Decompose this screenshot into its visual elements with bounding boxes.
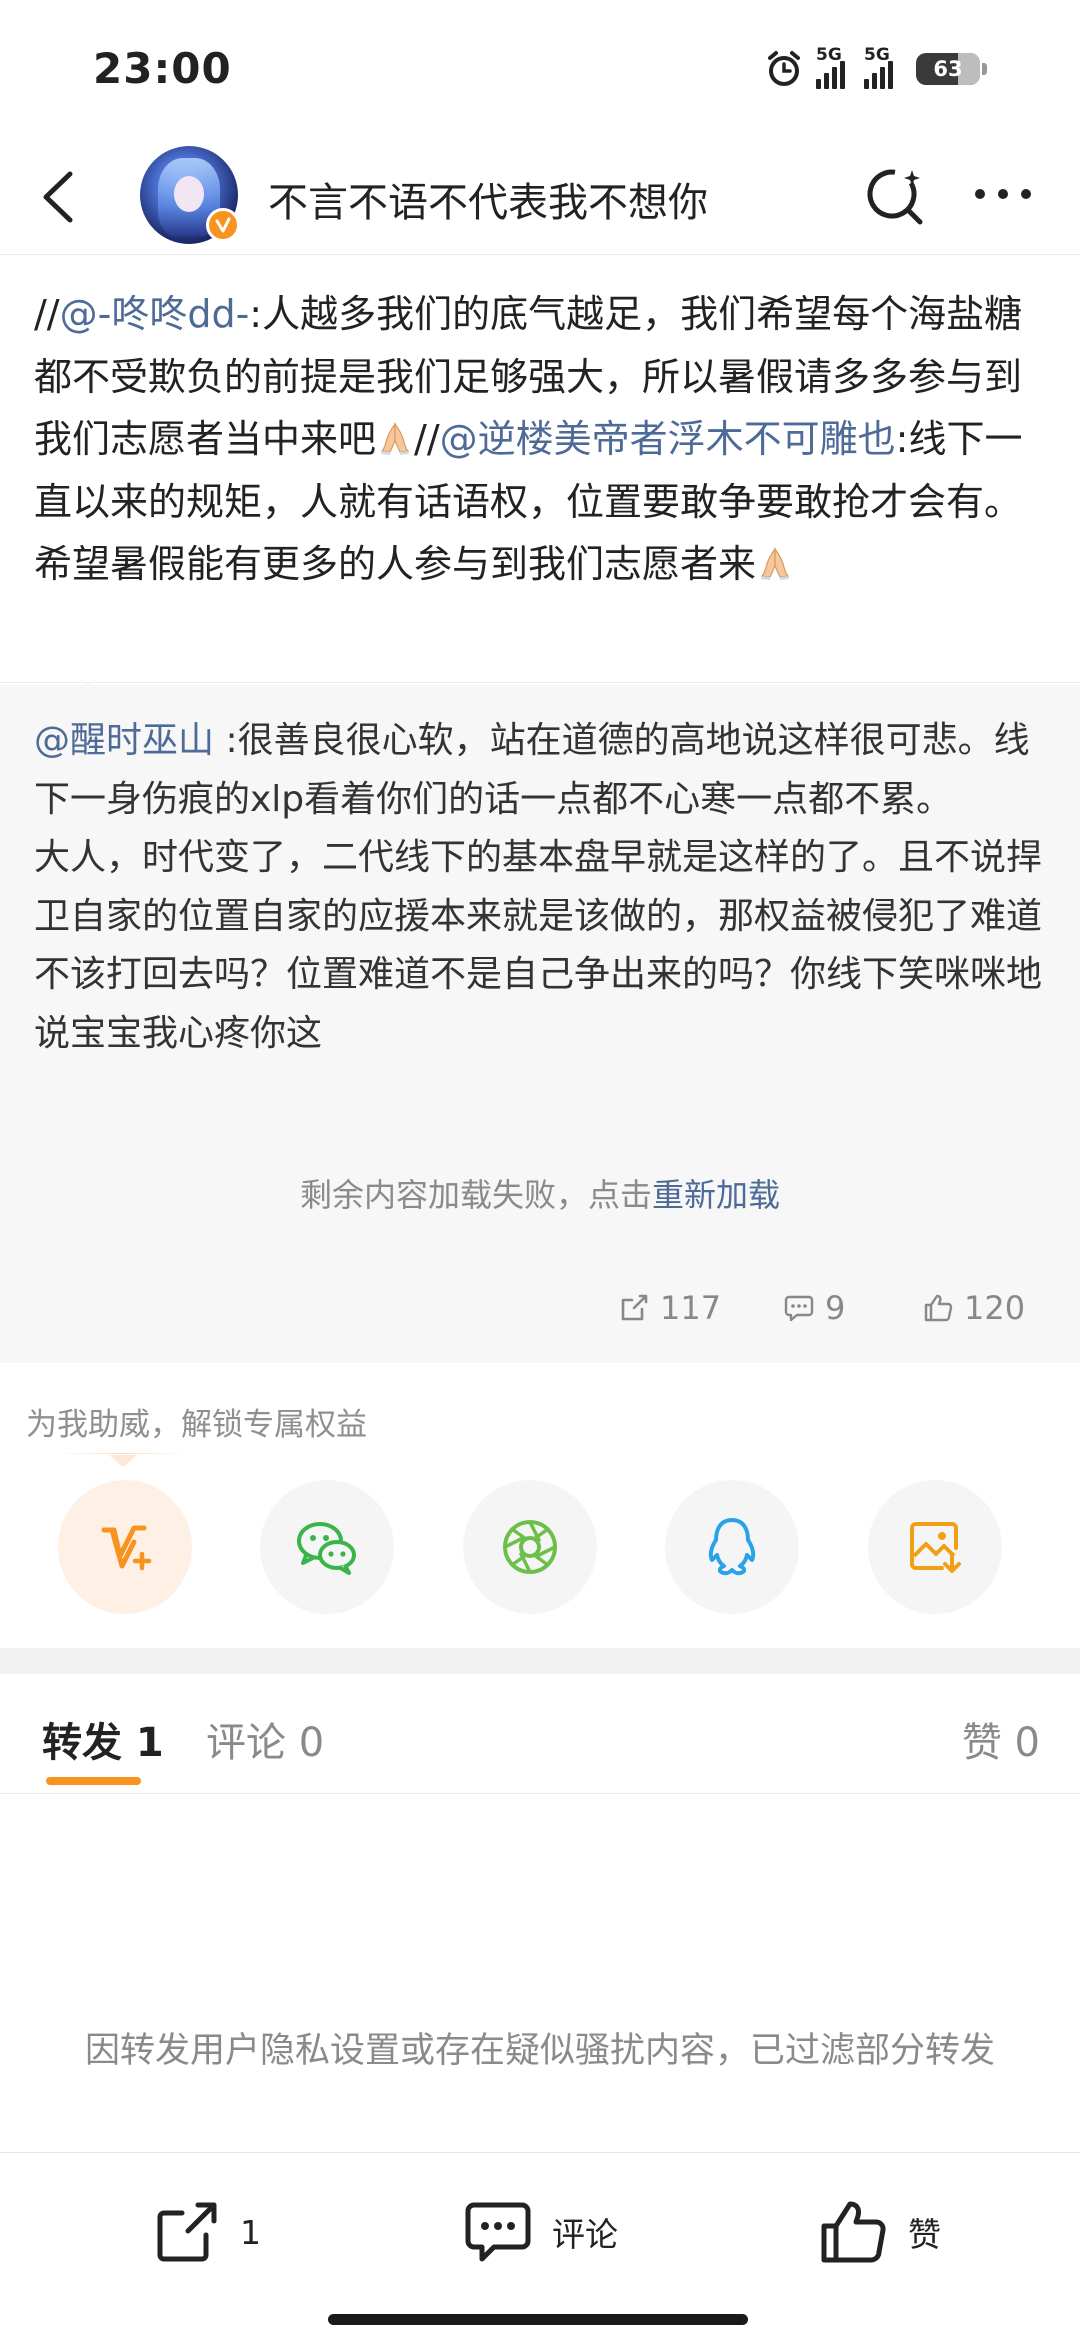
tab-comments[interactable]: 评论 0 bbox=[206, 1710, 324, 1768]
bottom-toolbar: 1 评论 赞 bbox=[0, 2152, 1080, 2302]
cellular-signal-icon: 5G bbox=[816, 45, 852, 89]
post-text: //@-咚咚dd-:人越多我们的底气越足，我们希望每个海盐糖都不受欺负的前提是我… bbox=[34, 283, 1050, 596]
load-failed-notice: 剩余内容加载失败，点击重新加载 bbox=[299, 1176, 781, 1214]
moments-shutter-icon bbox=[503, 1520, 557, 1574]
post-text-segment: // bbox=[34, 292, 60, 336]
quoted-post-text: @醒时巫山 :很善良很心软，站在道德的高地说这样很可悲。线下一身伤痕的xlp看着… bbox=[34, 712, 1064, 1063]
divider bbox=[58, 1453, 188, 1454]
praying-hands-emoji-icon bbox=[760, 547, 790, 580]
filtered-reposts-notice: 因转发用户隐私设置或存在疑似骚扰内容，已过滤部分转发 bbox=[84, 2031, 995, 2071]
qq-penguin-icon bbox=[708, 1518, 756, 1576]
thumbs-up-icon bbox=[924, 1294, 953, 1322]
status-time: 23:00 bbox=[93, 44, 232, 93]
repost-icon bbox=[157, 2202, 217, 2262]
more-dots-icon bbox=[975, 189, 1031, 199]
share-save-image-button[interactable] bbox=[868, 1480, 1002, 1614]
quoted-author-link[interactable]: @醒时巫山 bbox=[34, 720, 214, 761]
quoted-body: :很善良很心软，站在道德的高地说这样很可悲。线下一身伤痕的xlp看着你们的话一点… bbox=[34, 720, 1043, 1054]
thumbs-up-icon bbox=[821, 2201, 886, 2263]
tab-reposts[interactable]: 转发 1 bbox=[42, 1710, 164, 1768]
comment-icon bbox=[784, 1295, 814, 1322]
chevron-left-icon bbox=[43, 171, 73, 223]
comment-icon bbox=[465, 2202, 531, 2262]
more-options-button[interactable] bbox=[970, 174, 1036, 214]
header: 不言不语不代表我不想你 bbox=[0, 140, 1080, 255]
quoted-like-count[interactable]: 120 bbox=[922, 1283, 1025, 1333]
save-image-icon bbox=[910, 1522, 961, 1573]
repost-icon bbox=[621, 1294, 648, 1321]
reload-link[interactable]: 重新加载 bbox=[652, 1176, 780, 1214]
status-icons: 5G 5G 63 bbox=[764, 45, 987, 92]
tab-bar: 转发 1 评论 0 赞 0 bbox=[0, 1674, 1080, 1794]
vplus-icon bbox=[101, 1525, 152, 1571]
quoted-comment-count[interactable]: 9 bbox=[783, 1283, 845, 1333]
repost-button[interactable]: 1 bbox=[152, 2197, 261, 2267]
comment-button[interactable]: 评论 bbox=[462, 2197, 618, 2267]
share-moments-button[interactable] bbox=[463, 1480, 597, 1614]
wechat-icon bbox=[297, 1522, 356, 1575]
share-hint-pointer bbox=[109, 1455, 137, 1467]
quote-pointer bbox=[66, 682, 110, 700]
verified-badge-icon bbox=[206, 208, 240, 242]
battery-icon: 63 bbox=[916, 53, 987, 85]
share-vplus-button[interactable] bbox=[58, 1480, 192, 1614]
search-button[interactable] bbox=[862, 162, 928, 228]
mention-link[interactable]: @逆楼美帝者浮木不可雕也 bbox=[440, 417, 896, 461]
tab-likes[interactable]: 赞 0 bbox=[962, 1710, 1040, 1768]
back-button[interactable] bbox=[30, 164, 90, 230]
alarm-icon bbox=[768, 51, 800, 86]
mention-link[interactable]: @-咚咚dd- bbox=[60, 292, 250, 336]
praying-hands-emoji-icon bbox=[380, 422, 410, 455]
status-bar: 23:00 5G 5G 63 bbox=[0, 0, 1080, 140]
cellular-signal-icon: 5G bbox=[864, 45, 904, 89]
share-hint: 为我助威，解锁专属权益 bbox=[26, 1407, 367, 1443]
like-button[interactable]: 赞 bbox=[818, 2197, 941, 2267]
share-qq-button[interactable] bbox=[665, 1480, 799, 1614]
page-title[interactable]: 不言不语不代表我不想你 bbox=[268, 170, 708, 228]
quoted-repost-count[interactable]: 117 bbox=[618, 1283, 721, 1333]
search-icon bbox=[867, 169, 923, 225]
home-indicator[interactable] bbox=[328, 2314, 748, 2325]
active-tab-indicator bbox=[46, 1777, 141, 1785]
section-separator bbox=[0, 1648, 1080, 1674]
post-text-segment: // bbox=[414, 417, 440, 461]
share-wechat-button[interactable] bbox=[260, 1480, 394, 1614]
divider bbox=[0, 682, 1080, 683]
